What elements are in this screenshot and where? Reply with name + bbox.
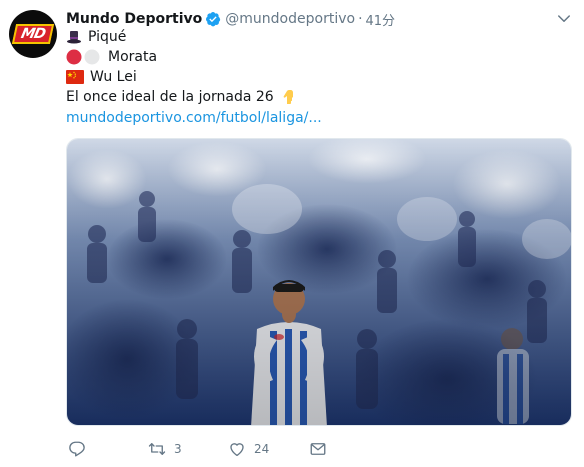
tweet-line-wu-lei: Wu Lei (66, 67, 137, 87)
tweet-line-text: Wu Lei (90, 69, 137, 85)
like-button[interactable]: 24 (228, 438, 269, 460)
tweet-line-text: El once ideal de la jornada 26 (66, 89, 274, 105)
stadium-crowd-photo (67, 139, 571, 425)
article-link[interactable]: mundodeportivo.com/futbol/laliga/... (66, 110, 322, 126)
like-count: 24 (254, 442, 270, 456)
top-hat-icon (67, 31, 81, 44)
tweet-line-text: Piqué (88, 29, 127, 45)
heart-icon (230, 443, 244, 457)
retweet-button[interactable]: 3 (148, 438, 182, 460)
tweet-line-headline: El once ideal de la jornada 26 (66, 87, 296, 107)
tweet-header: Mundo Deportivo @mundodeportivo · 41分 (66, 9, 395, 29)
tweet-photo[interactable] (66, 138, 572, 426)
tweet-actions: 3 24 (66, 438, 366, 460)
direct-message-button[interactable] (309, 438, 327, 460)
avatar[interactable]: MD (9, 10, 57, 58)
author-handle[interactable]: @mundodeportivo (225, 11, 355, 27)
verified-badge-icon (206, 12, 221, 27)
separator-dot: · (358, 11, 363, 27)
tweet-link-line: mundodeportivo.com/futbol/laliga/... (66, 108, 322, 128)
red-white-circles-icon (66, 49, 100, 65)
tweet-line-text: Morata (108, 49, 158, 65)
mundo-deportivo-logo: MD (11, 24, 55, 44)
envelope-icon (310, 443, 326, 455)
tweet[interactable]: MD Mundo Deportivo @mundodeportivo · 41分… (0, 0, 584, 467)
pointing-down-hand-icon (283, 90, 293, 104)
chevron-down-icon[interactable] (555, 10, 573, 28)
timestamp[interactable]: 41分 (366, 10, 396, 29)
retweet-icon (148, 443, 166, 455)
tweet-line-pique: Piqué (66, 27, 126, 47)
author-name[interactable]: Mundo Deportivo (66, 11, 202, 27)
china-flag-icon (66, 70, 84, 84)
reply-icon (69, 441, 85, 457)
reply-button[interactable] (68, 438, 94, 460)
tweet-line-morata: Morata (66, 47, 157, 67)
retweet-count: 3 (174, 442, 182, 456)
